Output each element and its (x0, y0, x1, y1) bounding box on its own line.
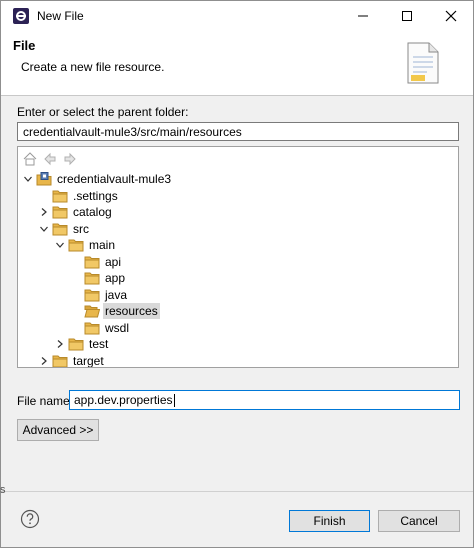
folder-icon (52, 205, 68, 219)
eclipse-icon (13, 8, 29, 24)
parent-folder-label: Enter or select the parent folder: (17, 105, 189, 119)
parent-folder-input[interactable]: credentialvault-mule3/src/main/resources (17, 122, 459, 141)
tree-item-target[interactable]: target (36, 353, 106, 368)
tree-item-label: catalog (73, 205, 112, 219)
background-window-text: s (0, 484, 6, 496)
tree-item-label: target (73, 353, 104, 368)
tree-item-label: src (73, 221, 89, 236)
close-icon (445, 10, 457, 22)
maximize-button[interactable] (385, 1, 429, 31)
folder-icon (84, 321, 100, 335)
folder-icon (84, 288, 100, 302)
folder-icon (84, 271, 100, 285)
folder-tree[interactable]: credentialvault-mule3 .settings catalog src… (17, 146, 459, 368)
chevron-right-icon[interactable] (36, 353, 52, 368)
advanced-button[interactable]: Advanced >> (17, 419, 99, 441)
tree-item-wsdl[interactable]: wsdl (68, 320, 131, 336)
tree-item-label: wsdl (105, 320, 130, 335)
folder-icon (84, 255, 100, 269)
tree-item-label: java (105, 287, 128, 302)
window-title: New File (37, 9, 84, 23)
home-icon[interactable] (22, 151, 38, 167)
minimize-icon (358, 15, 368, 17)
file-name-value: app.dev.properties (74, 393, 173, 407)
chevron-down-icon[interactable] (52, 237, 68, 253)
tree-item-java[interactable]: java (68, 287, 129, 303)
cancel-button[interactable]: Cancel (378, 510, 460, 532)
tree-item-credentialvault-mule3[interactable]: credentialvault-mule3 (20, 171, 173, 187)
tree-item-test[interactable]: test (52, 336, 110, 352)
tree-item-settings[interactable]: .settings (36, 188, 120, 204)
footer-divider (1, 491, 473, 492)
chevron-right-icon[interactable] (36, 204, 52, 220)
page-description: Create a new file resource. (21, 60, 165, 74)
tree-item-resources[interactable]: resources (68, 303, 160, 319)
tree-item-main[interactable]: main (52, 237, 117, 253)
tree-item-src[interactable]: src (36, 221, 91, 237)
folder-icon (52, 354, 68, 367)
tree-item-catalog[interactable]: catalog (36, 204, 114, 220)
forward-icon[interactable] (62, 151, 78, 167)
tree-item-label: resources (103, 303, 160, 319)
chevron-down-icon[interactable] (36, 221, 52, 237)
tree-item-label: credentialvault-mule3 (57, 172, 172, 186)
back-icon[interactable] (42, 151, 58, 167)
project-icon (36, 172, 52, 186)
folder-icon (52, 222, 68, 236)
new-file-dialog: New File File Create a new file resource… (0, 0, 474, 548)
file-name-input[interactable]: app.dev.properties (69, 390, 460, 410)
tree-item-label: main (89, 238, 116, 252)
wizard-header: File Create a new file resource. (1, 31, 473, 96)
text-cursor (173, 394, 175, 408)
new-file-banner-icon (405, 41, 441, 88)
minimize-button[interactable] (341, 1, 385, 31)
folder-icon (68, 337, 84, 351)
folder-icon (68, 238, 84, 252)
chevron-down-icon[interactable] (20, 171, 36, 187)
title-bar: New File (1, 1, 473, 31)
page-title: File (13, 38, 36, 53)
tree-item-label: .settings (73, 188, 118, 203)
close-button[interactable] (429, 1, 473, 31)
file-name-label: File name: (17, 394, 74, 408)
folder-icon (52, 189, 68, 203)
maximize-icon (402, 11, 412, 21)
tree-item-api[interactable]: api (68, 254, 123, 270)
help-icon[interactable] (20, 509, 40, 529)
tree-item-app[interactable]: app (68, 270, 127, 286)
chevron-right-icon[interactable] (52, 336, 68, 352)
tree-item-label: test (89, 337, 109, 351)
folder-open-icon (84, 304, 101, 318)
tree-item-label: app (105, 271, 126, 285)
tree-item-label: api (105, 254, 122, 269)
finish-button[interactable]: Finish (289, 510, 370, 532)
tree-toolbar (22, 151, 78, 167)
